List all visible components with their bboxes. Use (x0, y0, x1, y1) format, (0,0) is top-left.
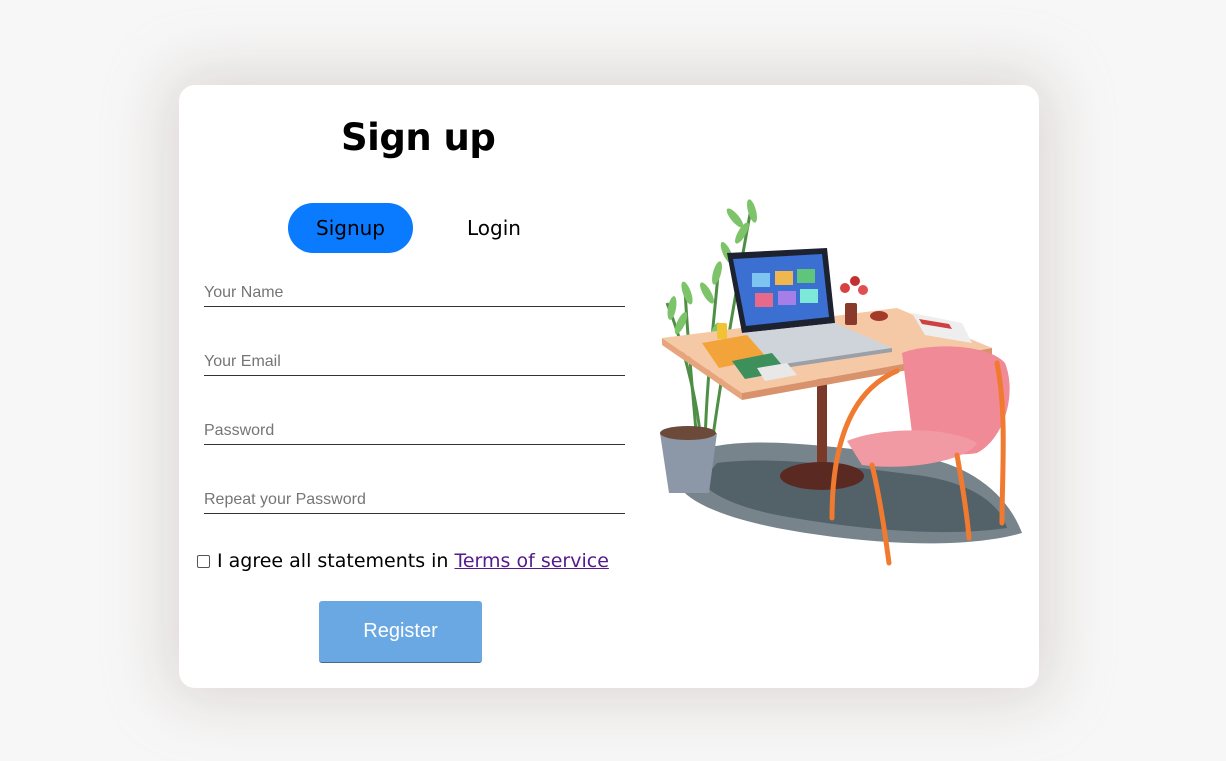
name-field-container (204, 282, 625, 307)
terms-agreement: I agree all statements in Terms of servi… (197, 548, 609, 574)
signup-card: Sign up Signup Login I agree all stateme… (179, 85, 1039, 688)
register-button[interactable]: Register (319, 601, 482, 663)
email-input[interactable] (204, 351, 625, 373)
agree-label: I agree all statements in (217, 550, 449, 572)
desk-workspace-illustration (660, 199, 1022, 566)
email-field-container (204, 351, 625, 376)
password-input[interactable] (204, 420, 625, 442)
tab-login[interactable]: Login (439, 203, 549, 253)
repeat-password-field-container (204, 489, 625, 514)
password-field-container (204, 420, 625, 445)
tab-signup[interactable]: Signup (288, 203, 413, 253)
agree-checkbox[interactable] (197, 554, 210, 568)
terms-of-service-link[interactable]: Terms of service (454, 550, 608, 572)
name-input[interactable] (204, 282, 625, 304)
repeat-password-input[interactable] (204, 489, 625, 511)
page-title: Sign up (341, 116, 496, 159)
